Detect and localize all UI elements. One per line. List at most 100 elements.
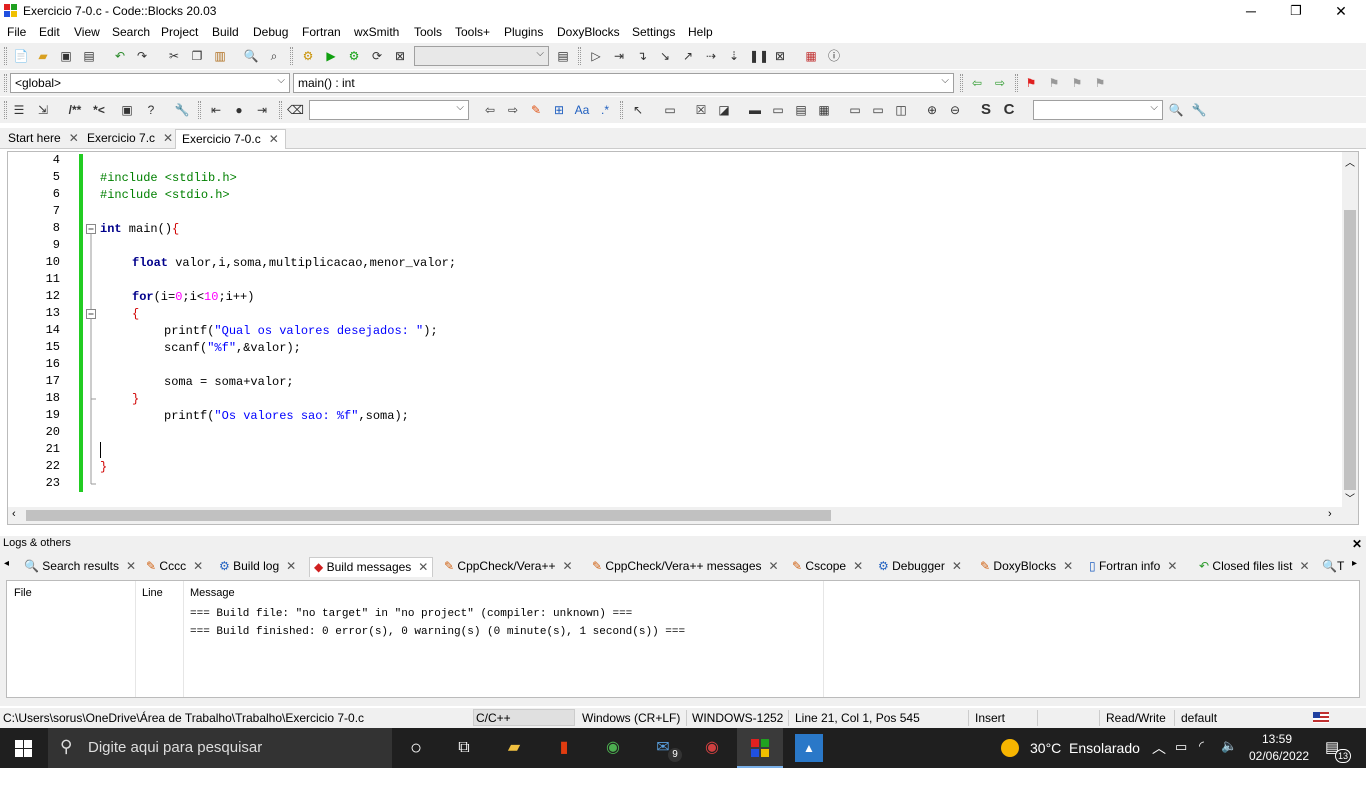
clear-bookmarks-icon[interactable]: ⚑ (1092, 75, 1108, 91)
tabs-scroll-left-icon[interactable]: ◂ (4, 558, 9, 569)
wifi-icon[interactable]: ◜ (1199, 738, 1204, 754)
close-icon[interactable]: ✕ (853, 559, 863, 573)
column-header-file[interactable]: File (14, 587, 32, 599)
next-bookmark-icon[interactable]: ⚑ (1069, 75, 1085, 91)
symbol-settings-icon[interactable]: 🔧 (1191, 102, 1207, 118)
tab-closed-files-list[interactable]: ↶ Closed files list ✕ (1195, 557, 1314, 577)
jump-forward-icon[interactable]: ⇨ (992, 75, 1008, 91)
save-icon[interactable]: ▣ (58, 48, 74, 64)
toolbar-grip[interactable] (578, 47, 581, 65)
debug-windows-icon[interactable]: ▦ (803, 48, 819, 64)
photos-icon[interactable]: ▲ (795, 734, 823, 762)
cortana-icon[interactable]: ○ (402, 734, 430, 762)
zoom-in-icon[interactable]: ⊕ (924, 102, 940, 118)
editor-vertical-scrollbar[interactable]: ︿ ﹀ (1342, 152, 1358, 507)
wx-scroll-icon[interactable]: ◫ (893, 102, 909, 118)
symbol-s-icon[interactable]: S (978, 102, 994, 118)
close-icon[interactable]: ✕ (1167, 559, 1177, 573)
close-icon[interactable]: ✕ (1063, 559, 1073, 573)
column-header-line[interactable]: Line (142, 587, 163, 599)
tab-cccc[interactable]: ✎ Cccc ✕ (142, 557, 207, 577)
doxy-extract-icon[interactable]: ⇲ (35, 102, 51, 118)
symbol-select[interactable]: ⌵ (1033, 100, 1163, 120)
redo-icon[interactable]: ↷ (134, 48, 150, 64)
maximize-button[interactable]: ❐ (1273, 0, 1319, 23)
scroll-left-icon[interactable]: ‹ (12, 508, 16, 520)
battery-icon[interactable]: ▭ (1175, 739, 1187, 755)
close-icon[interactable]: ✕ (163, 131, 173, 145)
search-prev-icon[interactable]: ⇦ (482, 102, 498, 118)
save-all-icon[interactable]: ▤ (81, 48, 97, 64)
tabs-scroll-right-icon[interactable]: ▸ (1352, 558, 1357, 569)
tab-exercicio-7-0[interactable]: Exercicio 7-0.c ✕ (175, 129, 286, 149)
menu-doxyblocks[interactable]: DoxyBlocks (557, 25, 620, 39)
menu-tools[interactable]: Tools (414, 25, 442, 39)
close-icon[interactable]: ✕ (562, 559, 572, 573)
toolbar-grip[interactable] (960, 74, 963, 92)
build-run-icon[interactable]: ⚙ (346, 48, 362, 64)
wx-checkbox-icon[interactable]: ☒ (693, 102, 709, 118)
toolbar-grip[interactable] (4, 47, 7, 65)
menu-wxsmith[interactable]: wxSmith (354, 25, 399, 39)
incremental-search-input[interactable]: ⌵ (309, 100, 469, 120)
tab-search-results[interactable]: 🔍 Search results ✕ (20, 557, 140, 577)
scroll-up-icon[interactable]: ︿ (1345, 154, 1355, 169)
chrome-icon[interactable]: ◉ (599, 734, 627, 762)
tab-debugger[interactable]: ⚙ Debugger ✕ (874, 557, 966, 577)
clock-date[interactable]: 02/06/2022 (1249, 749, 1309, 763)
wx-bar-icon[interactable]: ▭ (770, 102, 786, 118)
abort-icon[interactable]: ⊠ (392, 48, 408, 64)
code-text[interactable]: #include <stdlib.h> #include <stdio.h> i… (100, 152, 1340, 507)
clock-time[interactable]: 13:59 (1262, 732, 1292, 746)
build-message-row[interactable]: === Build file: "no target" in "no proje… (190, 608, 632, 620)
step-into-instruction-icon[interactable]: ⇣ (726, 48, 742, 64)
match-case-icon[interactable]: Aa (574, 102, 590, 118)
close-icon[interactable]: ✕ (418, 560, 428, 574)
toolbar-grip[interactable] (1015, 74, 1018, 92)
menu-debug[interactable]: Debug (253, 25, 288, 39)
menu-edit[interactable]: Edit (39, 25, 60, 39)
paste-icon[interactable]: ▥ (212, 48, 228, 64)
run-icon[interactable]: ▶ (323, 48, 339, 64)
run-html-icon[interactable]: ▣ (119, 102, 135, 118)
wx-grid-icon[interactable]: ▦ (816, 102, 832, 118)
regex-icon[interactable]: .* (597, 102, 613, 118)
build-messages-list[interactable]: File Line Message === Build file: "no ta… (6, 580, 1360, 698)
code-editor[interactable]: 4 5 6 7 8 9 10 11 12 13 14 15 16 17 18 1… (7, 151, 1359, 525)
pause-icon[interactable]: ❚❚ (749, 48, 769, 64)
chevron-up-icon[interactable]: ︿ (1152, 738, 1166, 758)
toolbar-grip[interactable] (4, 74, 7, 92)
close-icon[interactable]: ✕ (126, 559, 136, 573)
menu-view[interactable]: View (74, 25, 100, 39)
clear-search-icon[interactable]: ⌫ (287, 102, 304, 118)
tab-cppcheck-messages[interactable]: ✎ CppCheck/Vera++ messages ✕ (588, 557, 783, 577)
tab-cscope[interactable]: ✎ Cscope ✕ (788, 557, 867, 577)
wx-radio-icon[interactable]: ◪ (716, 102, 732, 118)
office-icon[interactable]: ▮ (550, 734, 578, 762)
close-icon[interactable]: ✕ (1299, 559, 1309, 573)
close-icon[interactable]: ✕ (269, 132, 279, 146)
volume-icon[interactable]: 🔈 (1221, 738, 1237, 754)
menu-plugins[interactable]: Plugins (504, 25, 543, 39)
close-icon[interactable]: ✕ (769, 559, 779, 573)
windows-start-icon[interactable] (15, 740, 32, 757)
chrome-profile-icon[interactable]: ◉ (698, 734, 726, 762)
menu-tools-plus[interactable]: Tools+ (455, 25, 490, 39)
search-next-icon[interactable]: ⇨ (505, 102, 521, 118)
close-icon[interactable]: ✕ (69, 131, 79, 145)
doxy-config-icon[interactable]: 🔧 (174, 102, 190, 118)
undo-icon[interactable]: ↶ (112, 48, 128, 64)
tab-start-here[interactable]: Start here ✕ (2, 129, 85, 149)
selected-text-only-icon[interactable]: ⊞ (551, 102, 567, 118)
scroll-down-icon[interactable]: ﹀ (1345, 490, 1355, 505)
marker-icon[interactable]: ● (231, 102, 247, 118)
build-gear-icon[interactable]: ⚙ (300, 48, 316, 64)
tab-build-log[interactable]: ⚙ Build log ✕ (215, 557, 300, 577)
block-comment-icon[interactable]: /** (64, 102, 86, 118)
tab-build-messages[interactable]: ◆ Build messages ✕ (309, 557, 434, 577)
file-explorer-icon[interactable]: ▰ (500, 734, 528, 762)
wx-panel-icon[interactable]: ▭ (662, 102, 678, 118)
close-icon[interactable]: ✕ (952, 559, 962, 573)
menu-help[interactable]: Help (688, 25, 713, 39)
highlight-icon[interactable]: ✎ (528, 102, 544, 118)
